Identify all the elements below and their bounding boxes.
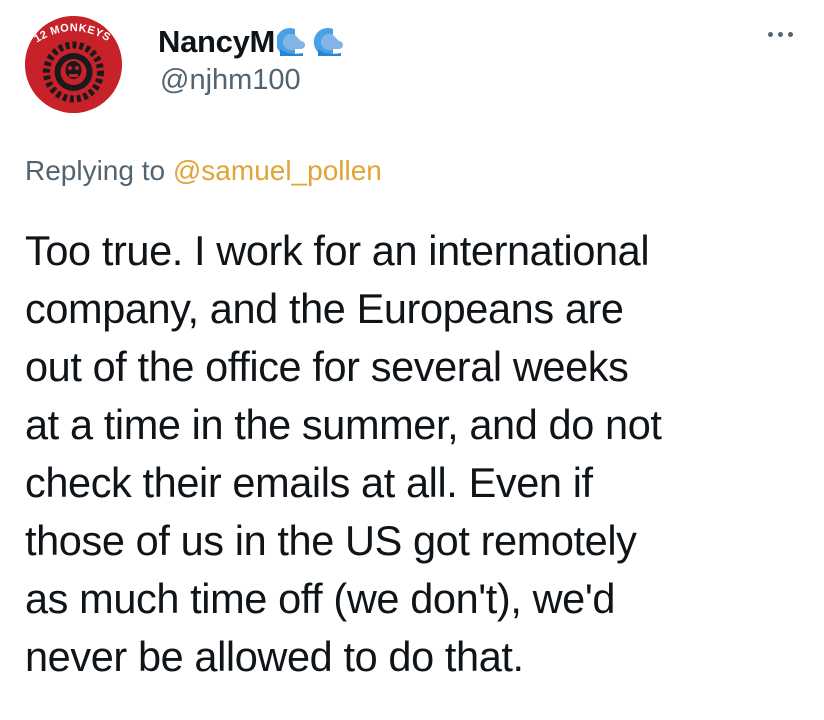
tweet-text-line: Too true. I work for an international — [25, 227, 650, 274]
tweet-text-line: at a time in the summer, and do not — [25, 401, 662, 448]
tweet-text-line: those of us in the US got remotely — [25, 517, 637, 564]
author-handle[interactable]: @njhm100 — [160, 64, 301, 97]
tweet-text-line: check their emails at all. Even if — [25, 459, 593, 506]
display-name[interactable]: NancyM — [158, 24, 275, 60]
tweet-text-line: never be allowed to do that. — [25, 633, 524, 680]
more-dot — [777, 31, 783, 37]
tweet: 12 MONKEYS NancyM @njhm100 Replying to @… — [0, 0, 824, 720]
tweet-text-line: as much time off (we don't), we'd — [25, 575, 616, 622]
author-name-row[interactable]: NancyM — [158, 22, 355, 62]
tweet-text-line: company, and the Europeans are — [25, 285, 624, 332]
more-dot — [787, 31, 793, 37]
avatar[interactable]: 12 MONKEYS — [25, 16, 122, 113]
tweet-text: Too true. I work for an international co… — [25, 222, 815, 686]
replying-to: Replying to @samuel_pollen — [25, 155, 382, 187]
avatar-logo-icon — [25, 16, 122, 113]
tweet-text-line: out of the office for several weeks — [25, 343, 629, 390]
replying-prefix: Replying to — [25, 155, 166, 186]
more-options-icon[interactable] — [760, 22, 800, 46]
reply-mention-link[interactable]: @samuel_pollen — [173, 155, 382, 186]
water-wave-emoji-icon — [277, 28, 344, 56]
more-dot — [767, 31, 773, 37]
